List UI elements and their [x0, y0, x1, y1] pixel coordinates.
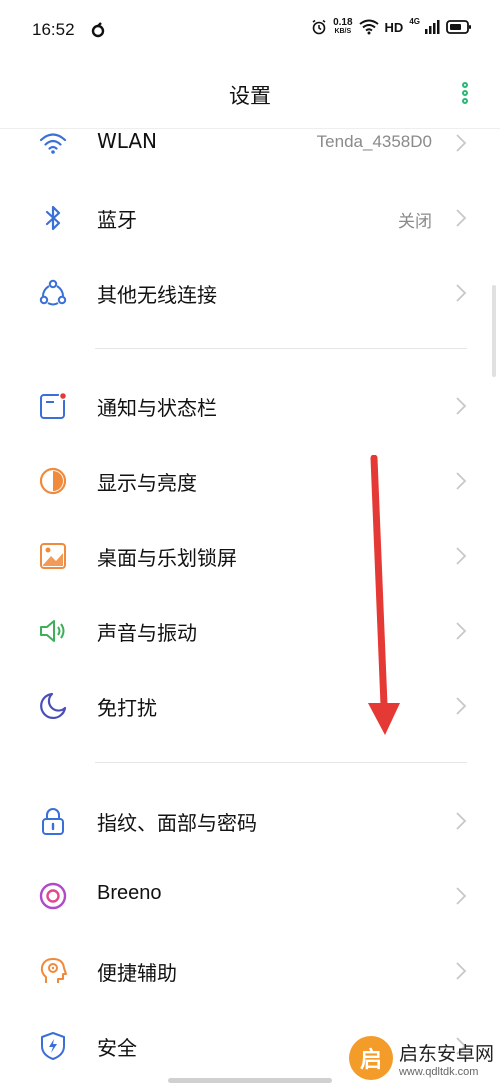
net-speed-value: 0.18: [333, 17, 353, 28]
signal-type: 4G: [409, 16, 420, 26]
more-options-icon[interactable]: [460, 82, 470, 108]
battery-icon: [446, 20, 471, 34]
section-divider: [95, 762, 467, 763]
settings-item-sound[interactable]: 声音与振动: [0, 600, 500, 660]
status-time: 16:52: [32, 20, 75, 39]
settings-item-label: 安全: [97, 1036, 137, 1060]
settings-item-label: 桌面与乐划锁屏: [97, 546, 237, 570]
alarm-icon: [312, 19, 326, 35]
chevron-right-icon: [456, 812, 467, 830]
chevron-right-icon: [456, 284, 467, 302]
settings-item-breeno[interactable]: Breeno: [0, 865, 500, 925]
wlan-network-name: Tenda_4358D0: [316, 132, 432, 151]
net-speed: 0.18 KB/S: [333, 18, 352, 36]
chevron-right-icon: [456, 622, 467, 640]
section-divider: [95, 348, 467, 349]
settings-item-label: 蓝牙: [97, 208, 137, 232]
wallpaper-icon: [40, 543, 66, 569]
bluetooth-icon: [45, 205, 61, 231]
chevron-right-icon: [456, 209, 467, 227]
settings-item-label: 声音与振动: [97, 621, 197, 645]
status-bar: 16:52 0.18 KB/S HD 4G: [0, 0, 500, 60]
settings-item-label: 指纹、面部与密码: [97, 811, 257, 835]
watermark-url: www.qdltdk.com: [398, 1065, 479, 1078]
settings-item-display[interactable]: 显示与亮度: [0, 450, 500, 510]
watermark-logo: 启: [348, 1036, 393, 1080]
chevron-right-icon: [456, 697, 467, 715]
display-icon: [39, 467, 67, 495]
settings-item-wlan[interactable]: WLAN Tenda_4358D0: [0, 112, 500, 172]
status-icons: 0.18 KB/S HD 4G: [311, 16, 472, 36]
page-title: 设置: [229, 84, 271, 108]
chevron-right-icon: [456, 472, 467, 490]
settings-item-label: 免打扰: [97, 696, 157, 720]
settings-item-label: 其他无线连接: [97, 283, 217, 307]
wifi-icon: [39, 133, 67, 154]
scroll-down-arrow-annotation: [368, 455, 400, 735]
settings-item-desktop[interactable]: 桌面与乐划锁屏: [0, 525, 500, 585]
hd-indicator: HD: [384, 19, 404, 35]
settings-item-accessibility[interactable]: 便捷辅助: [0, 940, 500, 1000]
chevron-right-icon: [456, 134, 467, 152]
chevron-right-icon: [456, 397, 467, 415]
notification-icon: [40, 391, 68, 419]
moon-icon: [40, 692, 67, 720]
site-watermark: 启 启东安卓网 www.qdltdk.com: [348, 1036, 494, 1080]
breeno-icon: [39, 882, 67, 910]
wireless-connect-icon: [39, 279, 67, 306]
settings-item-fingerprint[interactable]: 指纹、面部与密码: [0, 790, 500, 850]
chevron-right-icon: [456, 547, 467, 565]
shield-icon: [41, 1032, 65, 1060]
chevron-right-icon: [456, 962, 467, 980]
app-notification-icon: [91, 22, 105, 38]
settings-item-bluetooth[interactable]: 蓝牙 关闭: [0, 187, 500, 247]
watermark-title: 启东安卓网: [398, 1042, 494, 1065]
settings-item-other-wireless[interactable]: 其他无线连接: [0, 262, 500, 322]
speaker-icon: [40, 620, 65, 642]
settings-item-label: 便捷辅助: [97, 961, 177, 985]
accessibility-icon: [40, 958, 67, 983]
settings-item-label: 通知与状态栏: [97, 396, 217, 420]
settings-item-label: Breeno: [97, 882, 162, 904]
bluetooth-status: 关闭: [398, 212, 432, 231]
settings-item-notification[interactable]: 通知与状态栏: [0, 375, 500, 435]
wifi-status-icon: [358, 19, 379, 35]
settings-item-label: 显示与亮度: [97, 471, 197, 495]
settings-item-label: WLAN: [97, 129, 158, 153]
scrollbar[interactable]: [492, 285, 496, 377]
chevron-right-icon: [456, 887, 467, 905]
net-speed-unit: KB/S: [334, 28, 352, 35]
signal-icon: [425, 20, 440, 34]
home-indicator[interactable]: [168, 1078, 332, 1083]
settings-item-dnd[interactable]: 免打扰: [0, 675, 500, 735]
lock-icon: [42, 808, 64, 835]
